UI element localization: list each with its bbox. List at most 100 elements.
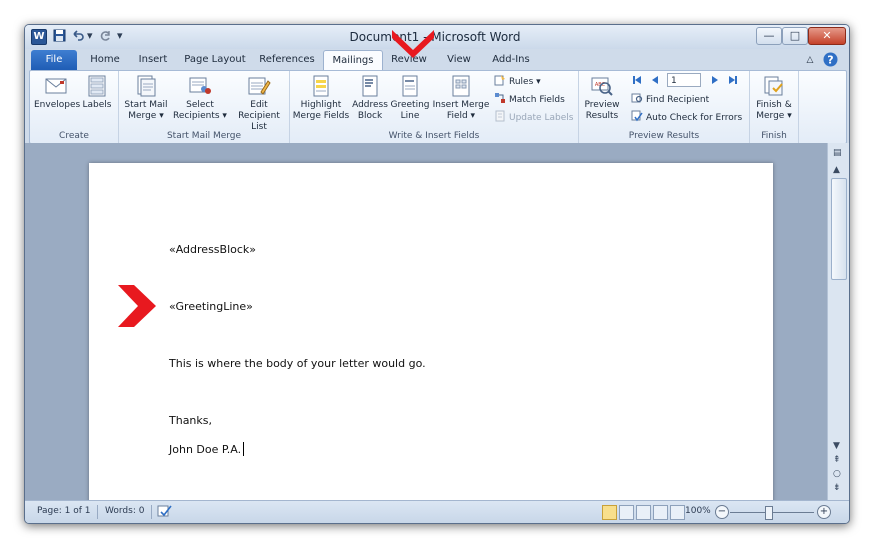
highlight-merge-fields-icon <box>309 74 333 98</box>
vertical-scrollbar[interactable]: ▤ ▲ ▼ ⇞ ○ ⇟ <box>827 143 849 500</box>
tab-view[interactable]: View <box>439 50 479 70</box>
closing-text[interactable]: Thanks, <box>169 414 212 427</box>
zoom-out-icon[interactable]: − <box>715 505 729 519</box>
record-number-input[interactable]: 1 <box>667 73 701 87</box>
envelopes-button[interactable]: Envelopes <box>34 73 81 111</box>
redo-icon[interactable] <box>100 29 113 46</box>
insert-merge-field-button[interactable]: Insert Merge Field ▾ <box>432 73 490 122</box>
tab-file[interactable]: File <box>31 50 77 70</box>
right-arrow-annotation-icon <box>118 285 156 327</box>
minimize-button[interactable]: — <box>756 27 782 45</box>
finish-merge-label-2: Merge ▾ <box>756 111 792 121</box>
scroll-thumb[interactable] <box>831 178 847 280</box>
word-count[interactable]: Words: 0 <box>105 506 144 516</box>
tab-references[interactable]: References <box>255 50 319 70</box>
help-icon[interactable]: ? <box>821 50 839 70</box>
rules-icon <box>494 74 506 86</box>
select-browse-object-icon[interactable]: ○ <box>833 469 841 479</box>
group-finish: Finish & Merge ▾ Finish <box>750 71 799 143</box>
select-recipients-label-1: Select <box>186 100 214 110</box>
rules-button[interactable]: Rules ▾ <box>494 74 541 89</box>
word-window: W ▾ ▾ Document1 - Microsoft Word — □ ✕ F… <box>24 24 850 524</box>
maximize-button[interactable]: □ <box>782 27 808 45</box>
envelope-icon <box>44 74 68 98</box>
highlight-merge-fields-button[interactable]: Highlight Merge Fields <box>292 73 350 122</box>
address-block-field[interactable]: «AddressBlock» <box>169 243 256 256</box>
signature-line[interactable]: John Doe P.A. <box>169 442 245 456</box>
next-page-icon[interactable]: ⇟ <box>833 483 841 493</box>
insert-merge-field-icon <box>449 74 473 98</box>
group-create: Envelopes Labels Create <box>30 71 119 143</box>
select-recipients-button[interactable]: Select Recipients ▾ <box>171 73 229 122</box>
address-block-button[interactable]: Address Block <box>352 73 388 122</box>
finish-merge-icon <box>762 74 786 98</box>
zoom-slider-thumb[interactable] <box>765 506 773 520</box>
find-recipient-button[interactable]: Find Recipient <box>631 92 709 107</box>
group-label-create: Create <box>59 131 89 141</box>
first-record-button[interactable] <box>631 74 646 89</box>
start-mail-merge-button[interactable]: Start Mail Merge ▾ <box>121 73 171 122</box>
zoom-level[interactable]: 100% <box>685 506 711 516</box>
highlight-merge-fields-label-1: Highlight <box>300 100 342 110</box>
proofing-icon[interactable] <box>157 504 173 521</box>
svg-text:?: ? <box>827 54 833 67</box>
labels-icon <box>85 74 109 98</box>
tab-home[interactable]: Home <box>83 50 127 70</box>
rules-label: Rules ▾ <box>509 77 541 87</box>
tab-insert[interactable]: Insert <box>131 50 175 70</box>
previous-page-icon[interactable]: ⇞ <box>833 455 841 465</box>
web-layout-view-icon[interactable] <box>636 505 651 520</box>
full-screen-reading-view-icon[interactable] <box>619 505 634 520</box>
word-logo-icon[interactable]: W <box>31 29 47 45</box>
labels-label: Labels <box>82 100 112 110</box>
last-record-button[interactable] <box>727 74 742 89</box>
draft-view-icon[interactable] <box>670 505 685 520</box>
labels-button[interactable]: Labels <box>80 73 114 111</box>
preview-results-icon: ABC <box>590 74 614 98</box>
group-label-write-insert-fields: Write & Insert Fields <box>388 131 480 141</box>
text-cursor <box>243 442 245 456</box>
preview-results-button[interactable]: ABC Preview Results <box>581 73 623 122</box>
outline-view-icon[interactable] <box>653 505 668 520</box>
edit-recipient-list-button[interactable]: Edit Recipient List <box>229 73 289 133</box>
minimize-ribbon-icon[interactable]: △ <box>803 50 817 70</box>
match-fields-icon <box>494 92 506 104</box>
previous-record-button[interactable] <box>649 74 664 89</box>
customize-qat-icon[interactable]: ▾ <box>117 29 123 43</box>
document-page[interactable]: «AddressBlock» «GreetingLine» This is wh… <box>89 163 773 500</box>
greeting-line-label-2: Line <box>400 111 420 121</box>
start-mail-merge-label-1: Start Mail <box>124 100 168 110</box>
address-block-label-2: Block <box>357 111 383 121</box>
update-labels-button[interactable]: Update Labels <box>494 110 573 125</box>
greeting-line-field[interactable]: «GreetingLine» <box>169 300 253 313</box>
save-icon[interactable] <box>53 29 66 46</box>
match-fields-button[interactable]: Match Fields <box>494 92 565 107</box>
start-mail-merge-label-2: Merge ▾ <box>128 111 164 121</box>
update-labels-label: Update Labels <box>509 113 574 123</box>
zoom-in-icon[interactable]: + <box>817 505 831 519</box>
close-button[interactable]: ✕ <box>808 27 846 45</box>
ruler-toggle-icon[interactable]: ▤ <box>833 148 842 158</box>
auto-check-for-errors-button[interactable]: Auto Check for Errors <box>631 110 742 125</box>
down-arrow-annotation-icon <box>392 30 434 58</box>
page-count[interactable]: Page: 1 of 1 <box>37 506 91 516</box>
letter-body-text[interactable]: This is where the body of your letter wo… <box>169 357 426 370</box>
greeting-line-button[interactable]: Greeting Line <box>390 73 430 122</box>
finish-merge-button[interactable]: Finish & Merge ▾ <box>752 73 796 122</box>
tab-mailings[interactable]: Mailings <box>323 50 383 71</box>
next-record-button[interactable] <box>709 74 724 89</box>
scroll-up-icon[interactable]: ▲ <box>833 165 840 175</box>
print-layout-view-icon[interactable] <box>602 505 617 520</box>
scroll-down-icon[interactable]: ▼ <box>833 441 840 451</box>
find-recipient-label: Find Recipient <box>646 95 710 105</box>
undo-dropdown-icon[interactable]: ▾ <box>87 29 93 43</box>
next-record-icon <box>709 74 721 86</box>
status-divider <box>97 505 98 519</box>
envelopes-label: Envelopes <box>34 100 81 110</box>
tab-add-ins[interactable]: Add-Ins <box>483 50 539 70</box>
tab-page-layout[interactable]: Page Layout <box>179 50 251 70</box>
group-preview-results: ABC Preview Results 1 Find Recipient Aut… <box>579 71 750 143</box>
select-recipients-icon <box>188 74 212 98</box>
undo-icon[interactable] <box>71 29 85 46</box>
status-bar: Page: 1 of 1 Words: 0 100% − + <box>25 500 849 523</box>
